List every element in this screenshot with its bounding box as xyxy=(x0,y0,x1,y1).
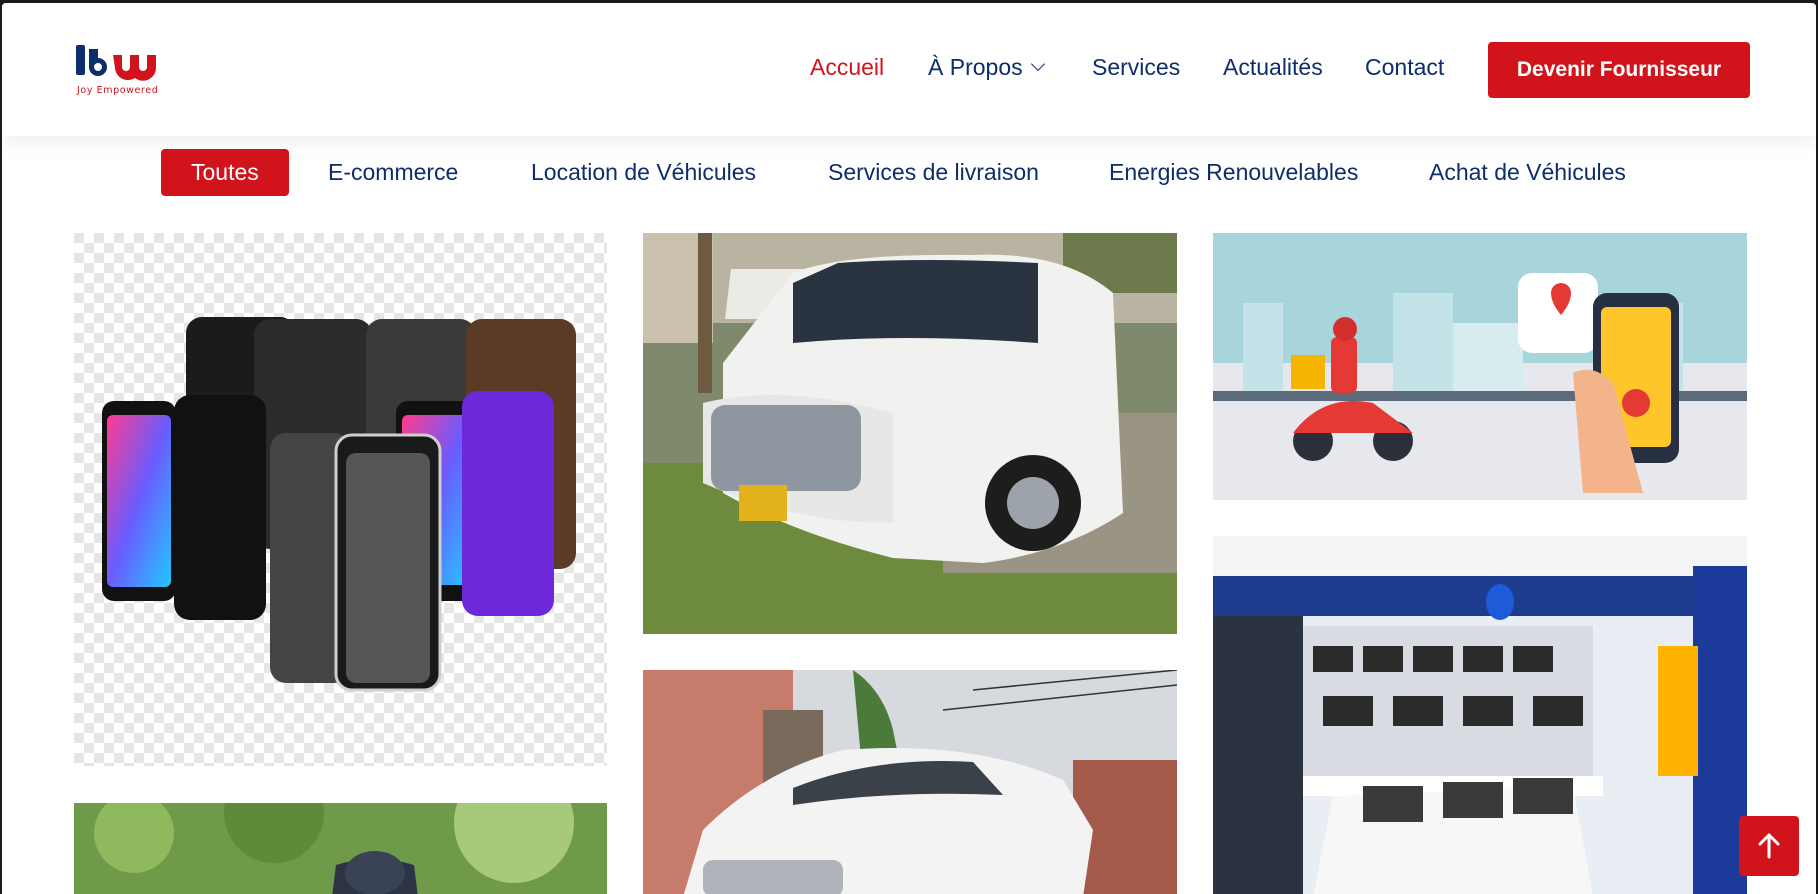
gallery-item-white-suv[interactable] xyxy=(643,233,1177,634)
site-header: Joy Empowered Accueil À Propos Services … xyxy=(2,3,1816,136)
electronics-store-image xyxy=(1213,536,1747,894)
portfolio-filters: Toutes E-commerce Location de Véhicules … xyxy=(2,149,1816,197)
nav-actualites[interactable]: Actualités xyxy=(1223,54,1323,81)
filter-achat-vehicules[interactable]: Achat de Véhicules xyxy=(1429,149,1626,196)
arrow-up-icon xyxy=(1758,833,1780,859)
filter-energies-renouvelables[interactable]: Energies Renouvelables xyxy=(1109,149,1358,196)
filter-toutes[interactable]: Toutes xyxy=(161,149,289,196)
scroll-to-top-button[interactable] xyxy=(1739,816,1799,876)
person-outdoors-image xyxy=(74,803,607,894)
gallery-item-delivery-service[interactable] xyxy=(1213,233,1747,500)
nav-services[interactable]: Services xyxy=(1092,54,1180,81)
gallery-item-electronics-store[interactable] xyxy=(1213,536,1747,894)
gallery-item-person-outdoors[interactable] xyxy=(74,803,607,894)
brand-tagline: Joy Empowered xyxy=(77,85,159,96)
gallery-item-phone-cases[interactable] xyxy=(74,233,607,766)
nav-contact[interactable]: Contact xyxy=(1365,54,1444,81)
nav-a-propos-label: À Propos xyxy=(928,54,1023,80)
filter-services-livraison[interactable]: Services de livraison xyxy=(828,149,1039,196)
delivery-illustration-image xyxy=(1213,233,1747,500)
white-suv-image xyxy=(643,233,1177,634)
nav-a-propos[interactable]: À Propos xyxy=(928,54,1045,81)
become-supplier-button[interactable]: Devenir Fournisseur xyxy=(1488,42,1750,98)
filter-location-vehicules[interactable]: Location de Véhicules xyxy=(531,149,756,196)
filter-e-commerce[interactable]: E-commerce xyxy=(328,149,458,196)
gallery-item-white-sedan[interactable] xyxy=(643,670,1177,894)
phone-cases-image xyxy=(74,233,607,766)
page: Joy Empowered Accueil À Propos Services … xyxy=(2,3,1816,894)
nav-accueil[interactable]: Accueil xyxy=(810,54,884,81)
chevron-down-icon xyxy=(1030,56,1045,72)
white-sedan-image xyxy=(643,670,1177,894)
